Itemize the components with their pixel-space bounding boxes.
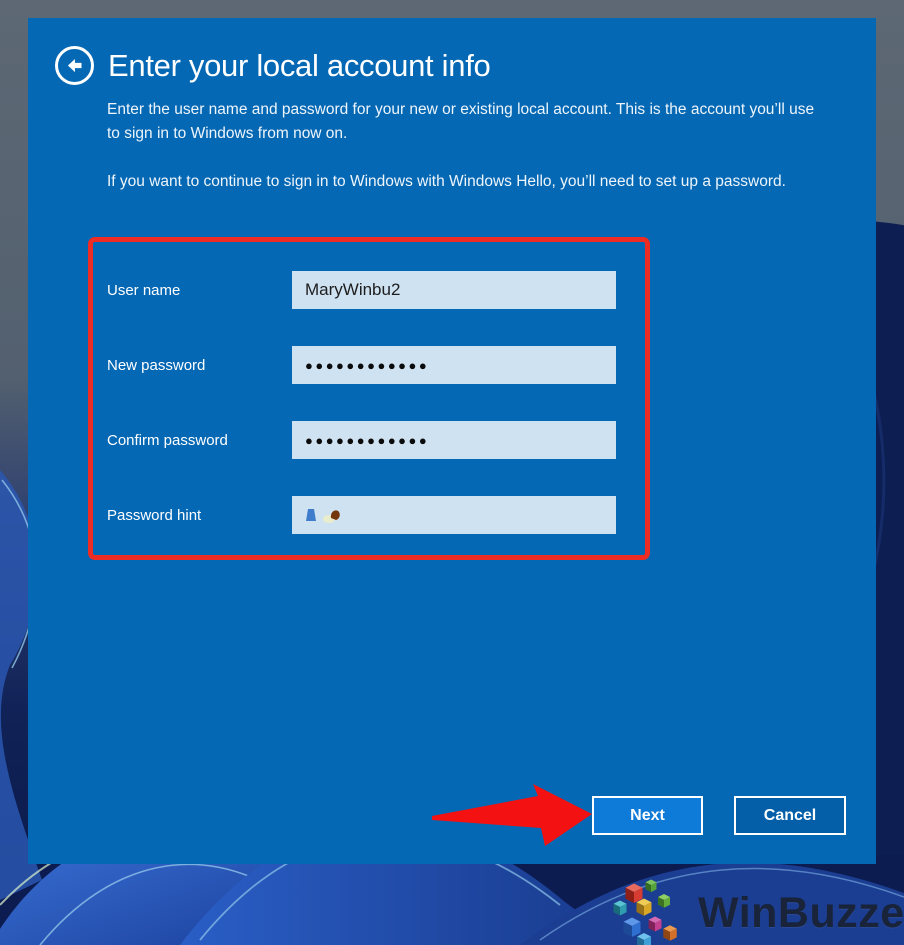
screen: Enter your local account info Enter the …: [0, 0, 904, 945]
confirm-password-input[interactable]: [292, 421, 616, 459]
back-arrow-icon: [67, 58, 82, 73]
confirm-password-field-wrap: [292, 421, 616, 459]
password-hint-label: Password hint: [107, 506, 202, 524]
page-title: Enter your local account info: [108, 47, 491, 83]
password-hint-field-wrap: [292, 496, 616, 534]
new-password-input[interactable]: [292, 346, 616, 384]
password-hint-label-row: Password hint: [107, 496, 201, 534]
password-hint-input[interactable]: [292, 496, 616, 534]
next-button[interactable]: Next: [592, 796, 703, 835]
dialog-header: Enter your local account info: [55, 46, 491, 85]
back-button[interactable]: [55, 46, 94, 85]
confirm-password-label: Confirm password: [107, 431, 228, 449]
username-label: User name: [107, 281, 181, 299]
username-field-wrap: [292, 271, 616, 309]
username-input[interactable]: [292, 271, 616, 309]
local-account-dialog: Enter your local account info Enter the …: [28, 18, 876, 864]
cancel-button[interactable]: Cancel: [734, 796, 846, 835]
description-paragraph-1: Enter the user name and password for you…: [107, 101, 815, 142]
description-paragraph-2: If you want to continue to sign in to Wi…: [107, 173, 786, 190]
new-password-label: New password: [107, 356, 206, 374]
new-password-label-row: New password: [107, 346, 205, 384]
new-password-field-wrap: [292, 346, 616, 384]
confirm-password-label-row: Confirm password: [107, 421, 228, 459]
username-label-row: User name: [107, 271, 180, 309]
